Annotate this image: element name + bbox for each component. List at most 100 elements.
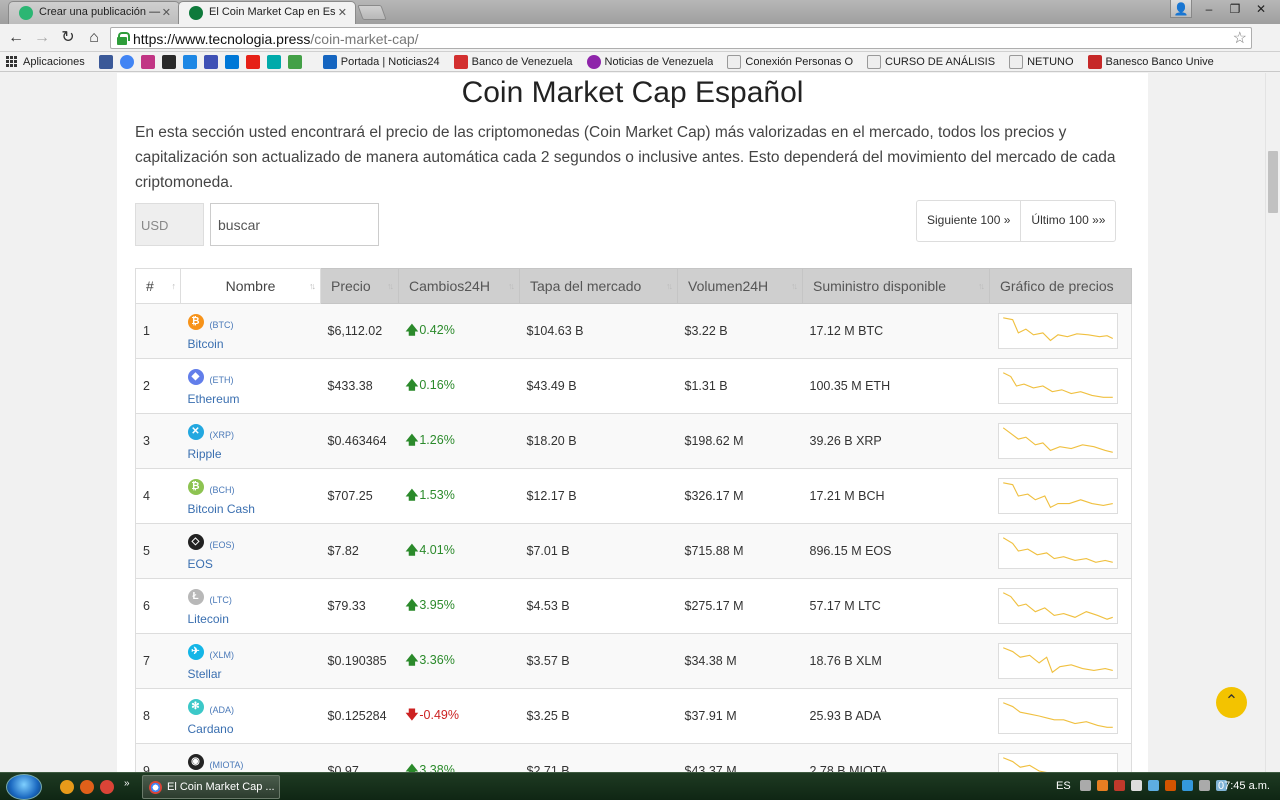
taskbar-chrome-window[interactable]: El Coin Market Cap ... [142,775,280,799]
sparkline-chart[interactable] [997,423,1118,459]
supply-cell: 17.21 M BCH [802,468,990,524]
arrow-up-icon: 🡅 [405,377,419,392]
coin-name-link[interactable]: EOS [188,557,213,571]
new-tab-button[interactable] [357,5,387,20]
bookmark-noticias-venezuela[interactable]: Noticias de Venezuela [586,54,713,69]
tray-app-icon[interactable] [1131,780,1142,791]
bookmark-curso-analisis[interactable]: CURSO DE ANÁLISIS [867,54,995,69]
tray-app-icon[interactable] [1097,780,1108,791]
header-supply[interactable]: Suministro disponible ↑↓ [802,268,990,304]
minimize-button[interactable]: – [1196,0,1222,18]
volume-icon[interactable] [1199,780,1210,791]
volume-cell: $37.91 M [677,688,803,744]
currency-select[interactable]: USD [135,203,204,246]
supply-cell: 18.76 B XLM [802,633,990,689]
sparkline-chart[interactable] [997,643,1118,679]
next-100-button[interactable]: Siguiente 100 » [917,201,1020,241]
outlook-icon[interactable] [224,54,239,69]
bookmark-netuno[interactable]: NETUNO [1009,54,1074,69]
google-icon[interactable] [119,54,134,69]
tab-coin-market-cap[interactable]: El Coin Market Cap en Es ✕ [178,1,356,24]
language-indicator[interactable]: ES [1056,780,1071,792]
sparkline-chart[interactable] [997,588,1118,624]
coin-cell: ✻ (ADA) Cardano [180,688,321,744]
header-rank[interactable]: # ↑ [135,268,181,304]
youtube-icon[interactable] [245,54,260,69]
tray-app-icon[interactable] [1182,780,1193,791]
tab-crear-publicacion[interactable]: Crear una publicación — ✕ [8,1,180,24]
page-icon [727,54,742,69]
header-name[interactable]: Nombre ↑↓ [180,268,321,304]
user-icon[interactable]: 👤 [1170,0,1192,18]
back-to-top-button[interactable]: ⌃ [1216,687,1247,718]
coin-name-link[interactable]: Ethereum [188,392,240,406]
reload-icon[interactable]: ↻ [58,28,78,48]
price-cell: $707.25 [320,468,399,524]
back-icon[interactable]: ← [6,28,26,48]
coin-name-link[interactable]: Bitcoin Cash [188,502,255,516]
coin-symbol: (MIOTA) [209,760,244,770]
tray-app-icon[interactable] [1165,780,1176,791]
sparkline-chart[interactable] [997,533,1118,569]
tray-app-icon[interactable] [1114,780,1125,791]
change-value: 0.42% [419,322,455,337]
coin-name-link[interactable]: Ripple [188,447,222,461]
maximize-button[interactable]: ❐ [1222,0,1248,18]
bookmark-banco-venezuela[interactable]: Banco de Venezuela [453,54,573,69]
forward-icon[interactable]: → [32,28,52,48]
header-price[interactable]: Precio ↑↓ [320,268,399,304]
search-input[interactable]: buscar [210,203,379,246]
bookmark-icon[interactable] [287,54,302,69]
coin-name-link[interactable]: Litecoin [188,612,229,626]
facebook-icon[interactable] [98,54,113,69]
url-text[interactable]: https://www.tecnologia.press/coin-market… [133,31,419,47]
chrome-icon[interactable] [100,780,114,794]
table-row: 1 ₿ (BTC) Bitcoin $6,112.02 🡅0.42% $104.63 B $3… [135,303,1132,359]
sparkline-chart[interactable] [997,698,1118,734]
bookmark-icon [322,54,337,69]
clock: 07:45 a.m. [1218,780,1270,792]
coin-name-link[interactable]: Cardano [188,722,234,736]
bookmark-banesco[interactable]: Banesco Banco Unive [1087,54,1214,69]
change-value: 0.16% [419,377,455,392]
bookmark-conexion-personas[interactable]: Conexión Personas O [727,54,853,69]
start-button[interactable] [6,774,42,800]
address-bar[interactable]: https://www.tecnologia.press/coin-market… [110,27,1252,49]
bookmark-icon[interactable] [203,54,218,69]
sort-icon: ↑↓ [978,281,985,291]
tray-expand-icon[interactable] [1080,780,1091,791]
header-change24h[interactable]: Cambios24H ↑↓ [398,268,520,304]
bookmark-icon[interactable] [266,54,281,69]
bookmark-apps[interactable]: Aplicaciones [6,55,85,68]
bookmark-star-icon[interactable]: ☆ [1233,28,1247,48]
sparkline-chart[interactable] [997,753,1118,772]
coin-name-link[interactable]: Bitcoin [188,337,224,351]
bookmark-icon[interactable] [161,54,176,69]
overflow-chevron-icon[interactable]: » [124,778,138,792]
sparkline-chart[interactable] [997,368,1118,404]
sparkline-chart[interactable] [997,478,1118,514]
header-volume24h[interactable]: Volumen24H ↑↓ [677,268,803,304]
volume-cell: $275.17 M [677,578,803,634]
change-value: 3.38% [419,762,455,773]
supply-cell: 57.17 M LTC [802,578,990,634]
vlc-icon[interactable] [60,780,74,794]
instagram-icon[interactable] [140,54,155,69]
bookmark-noticias24[interactable]: Portada | Noticias24 [322,54,440,69]
coin-name-link[interactable]: Stellar [188,667,222,681]
table-header-row: # ↑ Nombre ↑↓ Precio ↑↓ Cambios24H ↑↓ Tapa d… [135,268,1132,304]
home-icon[interactable]: ⌂ [84,28,104,48]
scrollbar[interactable] [1265,73,1280,772]
sparkline-chart[interactable] [997,313,1118,349]
close-icon[interactable]: ✕ [162,6,171,19]
change-cell: 🡅0.16% [398,358,520,414]
close-window-button[interactable]: ✕ [1248,0,1274,18]
network-icon[interactable] [1148,780,1159,791]
bookmark-icon[interactable] [182,54,197,69]
market-cap-cell: $4.53 B [519,578,678,634]
close-icon[interactable]: ✕ [338,6,347,19]
scroll-thumb[interactable] [1268,151,1278,213]
header-market-cap[interactable]: Tapa del mercado ↑↓ [519,268,678,304]
firefox-icon[interactable] [80,780,94,794]
last-100-button[interactable]: Último 100 »» [1020,201,1115,241]
